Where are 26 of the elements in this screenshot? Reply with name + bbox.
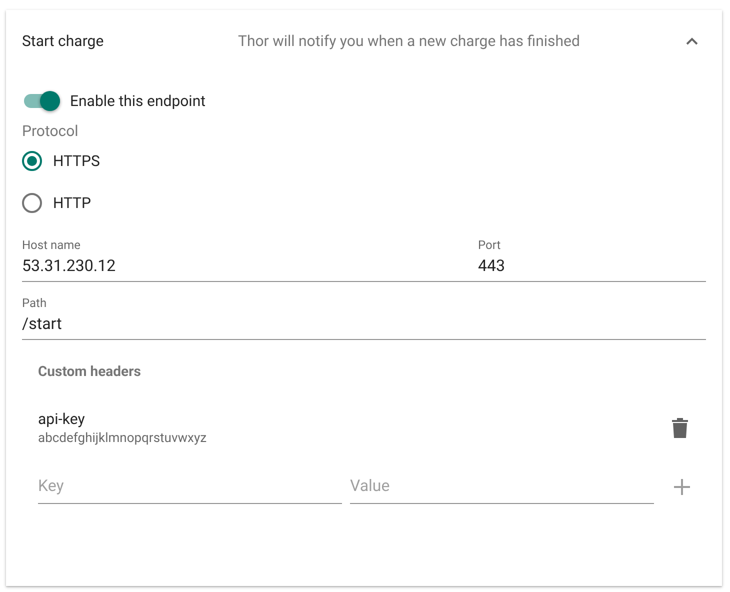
radio-label: HTTP xyxy=(53,194,91,212)
toggle-switch[interactable] xyxy=(24,94,60,108)
field-value: 53.31.230.12 xyxy=(22,252,478,281)
field-value: 443 xyxy=(478,252,706,281)
field-value: /start xyxy=(22,310,706,339)
section-title: Custom headers xyxy=(38,364,142,380)
header-value: abcdefghijklmnopqrstuvwxyz xyxy=(38,431,208,446)
trash-icon[interactable] xyxy=(672,418,688,438)
panel-title: Start charge xyxy=(22,32,105,50)
field-label: Port xyxy=(478,238,502,252)
add-icon[interactable] xyxy=(674,479,690,495)
path-field[interactable]: Path /start xyxy=(22,288,706,340)
host-name-field[interactable]: Host name 53.31.230.12 xyxy=(22,230,478,282)
radio-button[interactable] xyxy=(22,151,42,171)
value-input[interactable]: Value xyxy=(350,470,654,504)
header-key: api-key xyxy=(38,410,672,428)
panel-description: Thor will notify you when a new charge has finished xyxy=(238,32,581,50)
radio-button[interactable] xyxy=(22,193,42,213)
port-field[interactable]: Port 443 xyxy=(478,230,706,282)
field-label: Path xyxy=(22,296,48,310)
radio-label: HTTPS xyxy=(53,152,100,170)
toggle-label: Enable this endpoint xyxy=(70,92,206,110)
protocol-label: Protocol xyxy=(22,122,80,140)
chevron-icon[interactable] xyxy=(686,37,698,45)
key-input[interactable]: Key xyxy=(38,470,342,504)
field-label: Host name xyxy=(22,238,82,252)
